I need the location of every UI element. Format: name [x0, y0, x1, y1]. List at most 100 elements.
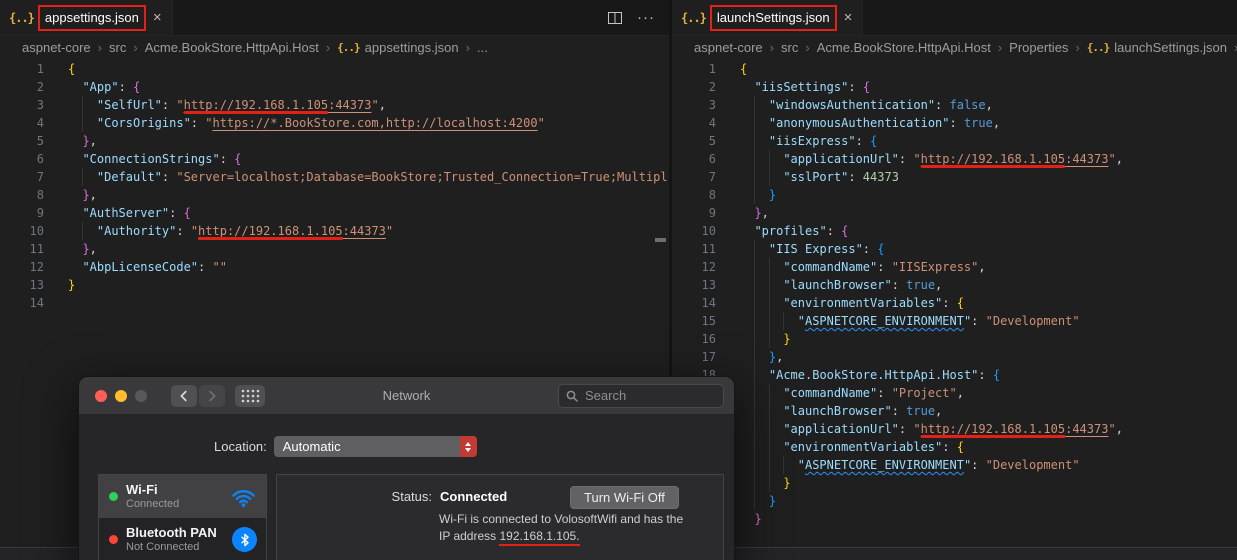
more-actions-icon[interactable]: ··· — [637, 9, 655, 26]
code-editor-launchsettings[interactable]: 1{2 "iisSettings": {3 "windowsAuthenticati… — [672, 58, 1237, 528]
line-number: 15 — [701, 314, 716, 328]
turn-wifi-off-button[interactable]: Turn Wi-Fi Off — [570, 486, 679, 509]
breadcrumb-item[interactable]: src — [109, 40, 126, 55]
service-row-wifi[interactable]: Wi-Fi Connected — [99, 475, 266, 518]
line-number: 7 — [708, 170, 716, 184]
breadcrumb-item[interactable]: appsettings.json — [365, 40, 459, 55]
traffic-lights — [95, 389, 147, 402]
location-dropdown[interactable]: Automatic — [273, 436, 477, 457]
code-line: 12 "commandName": "IISExpress", — [672, 258, 1237, 276]
code-editor-appsettings[interactable]: 1{2 "App": {3 "SelfUrl": "http://192.168.1… — [0, 58, 669, 312]
status-label: Status: — [391, 489, 432, 504]
line-number: 6 — [708, 152, 716, 166]
breadcrumb-item[interactable]: Acme.BookStore.HttpApi.Host — [817, 40, 991, 55]
annotation-red-box: appsettings.json — [37, 4, 146, 31]
search-input[interactable] — [583, 387, 717, 404]
line-number: 4 — [708, 116, 716, 130]
breadcrumb-item[interactable]: aspnet-core — [694, 40, 763, 55]
tab-label: appsettings.json — [44, 9, 139, 25]
line-number: 11 — [29, 242, 44, 256]
code-line: 6 "applicationUrl": "http://192.168.1.105… — [672, 150, 1237, 168]
line-number: 10 — [29, 224, 44, 238]
tab-launchsettings-json[interactable]: {..} launchSettings.json × — [672, 0, 864, 35]
service-row-bluetooth-pan[interactable]: Bluetooth PAN Not Connected — [99, 518, 266, 560]
breadcrumb-separator: › — [97, 39, 102, 55]
forward-button[interactable] — [199, 384, 225, 407]
bluetooth-icon — [232, 527, 257, 552]
code-line: 20"launchBrowser": true, — [672, 402, 1237, 420]
code-line: 19"commandName": "Project", — [672, 384, 1237, 402]
close-icon[interactable]: × — [153, 9, 162, 26]
code-line: 13} — [0, 276, 669, 294]
back-button[interactable] — [171, 384, 197, 407]
code-line: 22"environmentVariables": { — [672, 438, 1237, 456]
breadcrumb-separator: › — [805, 39, 810, 55]
code-line: 9 "AuthServer": { — [0, 204, 669, 222]
code-line: 26} — [672, 510, 1237, 528]
tab-appsettings-json[interactable]: {..} appsettings.json × — [0, 0, 173, 35]
breadcrumb-item[interactable]: ... — [477, 40, 488, 55]
breadcrumb-item[interactable]: launchSettings.json — [1114, 40, 1227, 55]
code-line: 12 "AbpLicenseCode": "" — [0, 258, 669, 276]
window-titlebar[interactable]: Network — [79, 377, 734, 415]
code-line: 8}, — [0, 186, 669, 204]
dropdown-stepper-icon — [459, 436, 477, 457]
services-list: Wi-Fi Connected Bluetooth PAN Not Connec… — [98, 474, 267, 560]
breadcrumb-separator: › — [465, 39, 470, 55]
service-status: Connected — [126, 497, 180, 510]
breadcrumb-separator: › — [769, 39, 774, 55]
location-label: Location: — [214, 439, 267, 454]
close-window-button[interactable] — [95, 389, 107, 402]
breadcrumb: aspnet-core › src › Acme.BookStore.HttpApi.H… — [0, 36, 669, 58]
code-line: 5 "iisExpress": { — [672, 132, 1237, 150]
breadcrumb-item[interactable]: Acme.BookStore.HttpApi.Host — [145, 40, 319, 55]
wifi-icon — [230, 486, 257, 508]
line-number: 4 — [36, 116, 44, 130]
line-number: 5 — [708, 134, 716, 148]
line-number: 14 — [701, 296, 716, 310]
search-icon — [566, 390, 578, 402]
code-line: 9}, — [672, 204, 1237, 222]
line-number: 13 — [701, 278, 716, 292]
show-all-preferences-icon[interactable] — [235, 384, 265, 407]
line-number: 12 — [701, 260, 716, 274]
close-icon[interactable]: × — [844, 9, 853, 26]
screenshot-root: {..} appsettings.json × ··· aspnet-core ›… — [0, 0, 1237, 560]
ip-address: 192.168.1.105. — [499, 529, 580, 546]
service-status: Not Connected — [126, 540, 200, 553]
code-line: 11 "IIS Express": { — [672, 240, 1237, 258]
code-line: 25} — [672, 492, 1237, 510]
editor-actions: ··· — [607, 0, 669, 35]
split-editor-icon[interactable] — [607, 10, 623, 26]
description-line2-prefix: IP address — [439, 529, 500, 543]
status-value: Connected — [440, 489, 508, 504]
breadcrumb-item[interactable]: aspnet-core — [22, 40, 91, 55]
code-line: 2 "App": { — [0, 78, 669, 96]
breadcrumb-item[interactable]: Properties — [1009, 40, 1068, 55]
code-line: 10 "profiles": { — [672, 222, 1237, 240]
code-line: 6 "ConnectionStrings": { — [0, 150, 669, 168]
line-number: 14 — [29, 296, 44, 310]
service-name: Bluetooth PAN — [126, 524, 217, 540]
breadcrumb-item[interactable]: src — [781, 40, 798, 55]
location-value: Automatic — [282, 439, 341, 454]
code-line: 11}, — [0, 240, 669, 258]
code-line: 2 "iisSettings": { — [672, 78, 1237, 96]
code-line: 3 "SelfUrl": "http://192.168.1.105:44373"… — [0, 96, 669, 114]
breadcrumb-separator: › — [133, 39, 138, 55]
tab-bar-right: {..} launchSettings.json × — [672, 0, 1237, 36]
tab-bar-left: {..} appsettings.json × ··· — [0, 0, 669, 36]
line-number: 2 — [708, 80, 716, 94]
description-line1: Wi-Fi is connected to VolosoftWifi and h… — [439, 512, 684, 526]
editor-group-right: {..} launchSettings.json × aspnet-core › s… — [672, 0, 1237, 560]
line-number: 1 — [36, 62, 44, 76]
search-field[interactable] — [558, 383, 724, 408]
minimize-window-button[interactable] — [115, 389, 127, 402]
connection-description: Wi-Fi is connected to VolosoftWifi and h… — [439, 511, 691, 546]
code-line: 1{ — [672, 60, 1237, 78]
zoom-window-button[interactable] — [135, 389, 147, 402]
line-number: 1 — [708, 62, 716, 76]
code-line: 3 "windowsAuthentication": false, — [672, 96, 1237, 114]
location-row: Location: Automatic — [79, 436, 734, 457]
breadcrumb-separator: › — [997, 39, 1003, 55]
